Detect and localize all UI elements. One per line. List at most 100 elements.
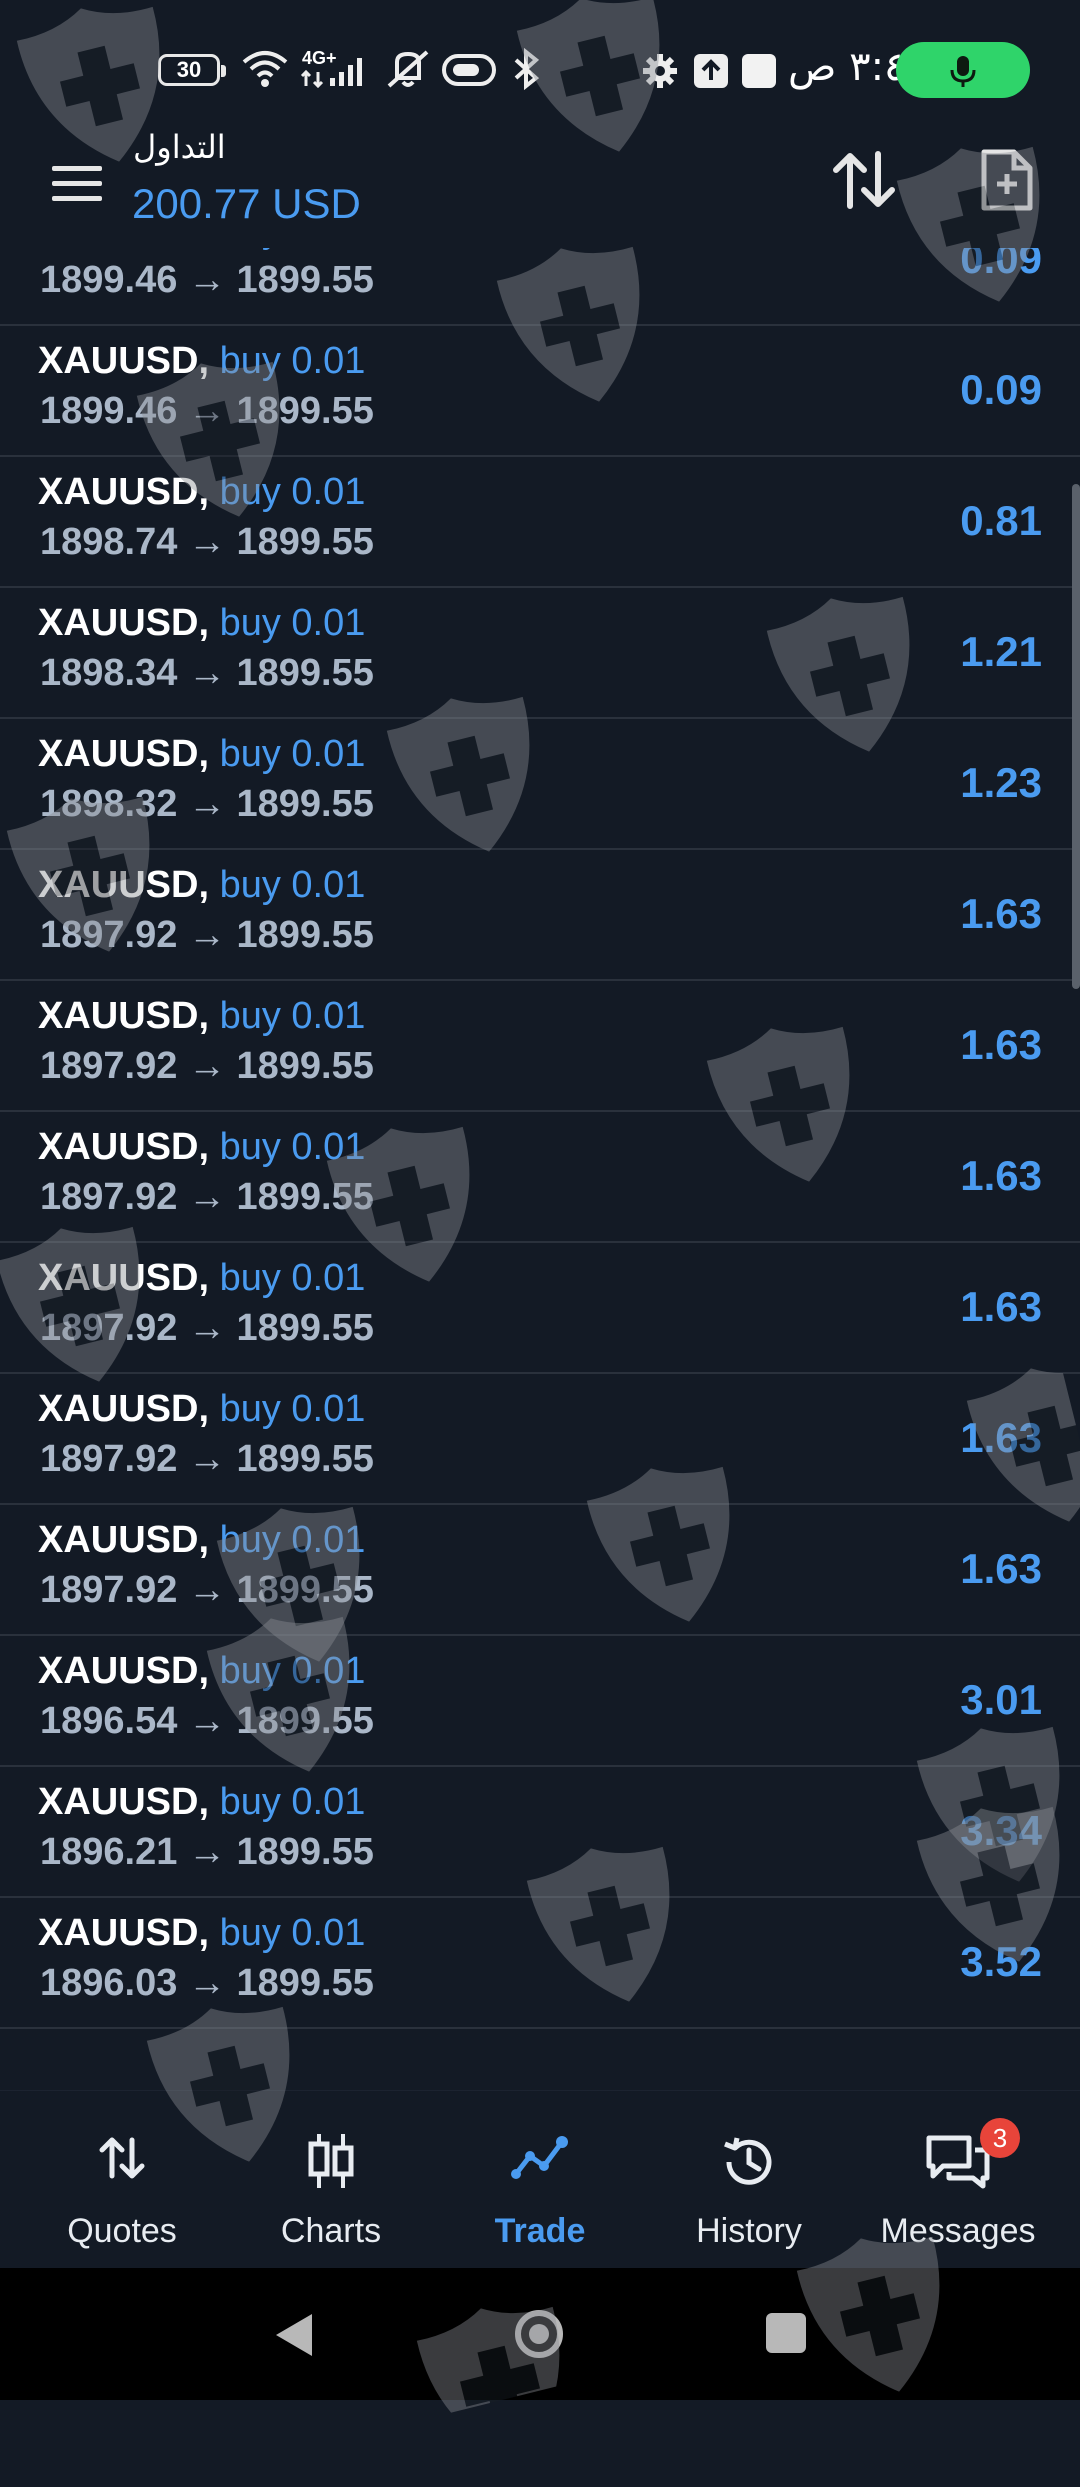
position-row[interactable]: XAUUSD, buy 0.01 1899.46 → 1899.55 0.09: [0, 248, 1080, 326]
position-row[interactable]: XAUUSD, buy 0.01 1897.92 → 1899.55 1.63: [0, 850, 1080, 981]
position-row[interactable]: XAUUSD, buy 0.01 1896.21 → 1899.55 3.34: [0, 1767, 1080, 1898]
position-profit: 1.23: [960, 759, 1042, 806]
nav-messages-label: Messages: [880, 2212, 1036, 2250]
quotes-arrows-icon: [99, 2137, 145, 2179]
list-scrollbar[interactable]: [1072, 484, 1080, 989]
position-prices: 1897.92 → 1899.55: [40, 1438, 374, 1481]
price-arrow: →: [187, 1569, 226, 1611]
nav-quotes[interactable]: Quotes: [22, 2090, 222, 2268]
price-arrow: →: [187, 1700, 226, 1742]
position-title: XAUUSD, buy 0.01: [38, 471, 365, 514]
position-row[interactable]: XAUUSD, buy 0.01 1896.03 → 1899.55 3.52: [0, 1898, 1080, 2029]
nav-charts-label: Charts: [280, 2212, 382, 2250]
position-side-volume: buy 0.01: [220, 248, 366, 251]
open-price: 1898.74: [40, 521, 178, 563]
current-price: 1899.55: [236, 914, 374, 956]
open-price: 1898.34: [40, 652, 178, 694]
position-symbol: XAUUSD,: [38, 1126, 210, 1168]
position-title: XAUUSD, buy 0.01: [38, 340, 365, 383]
new-document-icon[interactable]: [978, 148, 1034, 212]
price-arrow: →: [187, 1307, 226, 1349]
position-side-volume: buy 0.01: [219, 1257, 366, 1299]
position-side-volume: buy 0.01: [219, 1388, 366, 1430]
status-bar: 30 4G+ ٣:٤٣ ص: [0, 0, 1080, 130]
position-row[interactable]: XAUUSD, buy 0.01 1897.92 → 1899.55 1.63: [0, 1374, 1080, 1505]
position-row[interactable]: XAUUSD, buy 0.01 1897.92 → 1899.55 1.63: [0, 1112, 1080, 1243]
current-price: 1899.55: [236, 1831, 374, 1873]
position-title: XAUUSD, buy 0.01: [38, 733, 365, 776]
position-title: XAUUSD, buy 0.01: [38, 1257, 365, 1300]
position-row[interactable]: XAUUSD, buy 0.01 1896.54 → 1899.55 3.01: [0, 1636, 1080, 1767]
position-symbol: XAUUSD,: [38, 1781, 210, 1823]
position-row[interactable]: XAUUSD, buy 0.01 1899.46 → 1899.55 0.09: [0, 326, 1080, 457]
current-price: 1899.55: [236, 521, 374, 563]
current-price: 1899.55: [236, 1569, 374, 1611]
position-profit: 0.09: [960, 248, 1042, 282]
position-title: XAUUSD, buy 0.01: [38, 602, 365, 645]
nav-messages[interactable]: 3 Messages: [858, 2090, 1058, 2268]
position-title: XAUUSD, buy 0.01: [38, 1912, 365, 1955]
back-triangle-icon[interactable]: [272, 2310, 316, 2360]
position-symbol: XAUUSD,: [38, 995, 210, 1037]
battery-indicator: 30: [158, 54, 226, 86]
position-symbol: XAUUSD,: [38, 733, 210, 775]
position-prices: 1898.34 → 1899.55: [40, 652, 374, 695]
nav-trade[interactable]: Trade: [440, 2090, 640, 2268]
position-symbol: XAUUSD,: [38, 471, 210, 513]
position-profit: 1.63: [960, 1283, 1042, 1330]
open-positions-list[interactable]: XAUUSD, buy 0.01 1899.46 → 1899.55 0.09 XAU…: [0, 248, 1080, 2090]
hamburger-menu-icon[interactable]: [52, 166, 102, 202]
position-side-volume: buy 0.01: [219, 1781, 366, 1823]
position-profit: 3.34: [960, 1807, 1042, 1854]
position-profit: 0.09: [960, 366, 1042, 413]
position-title: XAUUSD, buy 0.01: [38, 1650, 365, 1693]
signal-icon: [300, 58, 362, 88]
sort-arrows-icon[interactable]: [832, 150, 896, 210]
open-price: 1896.21: [40, 1831, 178, 1873]
microphone-icon: [950, 56, 976, 87]
open-price: 1898.32: [40, 783, 178, 825]
battery-level: 30: [176, 57, 202, 82]
current-price: 1899.55: [236, 390, 374, 432]
position-side-volume: buy 0.01: [219, 471, 366, 513]
position-prices: 1896.21 → 1899.55: [40, 1831, 374, 1874]
price-arrow: →: [187, 1962, 226, 2004]
nav-history-label: History: [696, 2212, 802, 2250]
position-profit: 1.21: [960, 628, 1042, 675]
open-price: 1899.46: [40, 259, 178, 301]
position-row[interactable]: XAUUSD, buy 0.01 1898.32 → 1899.55 1.23: [0, 719, 1080, 850]
nav-charts[interactable]: Charts: [231, 2090, 431, 2268]
position-symbol: XAUUSD,: [38, 1388, 210, 1430]
current-price: 1899.55: [236, 1045, 374, 1087]
position-side-volume: buy 0.01: [219, 1126, 366, 1168]
nav-history[interactable]: History: [649, 2090, 849, 2268]
mic-indicator-pill[interactable]: [896, 42, 1030, 98]
position-row[interactable]: XAUUSD, buy 0.01 1898.34 → 1899.55 1.21: [0, 588, 1080, 719]
position-row[interactable]: XAUUSD, buy 0.01 1897.92 → 1899.55 1.63: [0, 1505, 1080, 1636]
price-arrow: →: [187, 1831, 226, 1873]
home-circle-icon[interactable]: [515, 2310, 563, 2358]
price-arrow: →: [187, 914, 226, 956]
position-row-partial[interactable]: [0, 2029, 1080, 2090]
position-row[interactable]: XAUUSD, buy 0.01 1898.74 → 1899.55 0.81: [0, 457, 1080, 588]
position-row[interactable]: XAUUSD, buy 0.01 1897.92 → 1899.55 1.63: [0, 1243, 1080, 1374]
position-row[interactable]: XAUUSD, buy 0.01 1897.92 → 1899.55 1.63: [0, 981, 1080, 1112]
position-prices: 1896.03 → 1899.55: [40, 1962, 374, 2005]
vibrate-off-icon: [387, 50, 429, 88]
position-side-volume: buy 0.01: [219, 733, 366, 775]
position-profit: 3.52: [960, 1938, 1042, 1985]
recent-apps-icon[interactable]: [766, 2313, 806, 2353]
current-price: 1899.55: [236, 1176, 374, 1218]
price-arrow: →: [187, 1045, 226, 1087]
position-title: XAUUSD, buy 0.01: [38, 1781, 365, 1824]
account-balance: 200.77 USD: [132, 180, 361, 227]
position-profit: 1.63: [960, 1152, 1042, 1199]
position-side-volume: buy 0.01: [219, 340, 366, 382]
position-symbol: XAUUSD,: [38, 1257, 210, 1299]
position-profit: 1.63: [960, 1545, 1042, 1592]
position-side-volume: buy 0.01: [219, 995, 366, 1037]
current-price: 1899.55: [236, 783, 374, 825]
messages-badge: 3: [980, 2118, 1020, 2158]
price-arrow: →: [187, 521, 226, 563]
price-arrow: →: [187, 652, 226, 694]
